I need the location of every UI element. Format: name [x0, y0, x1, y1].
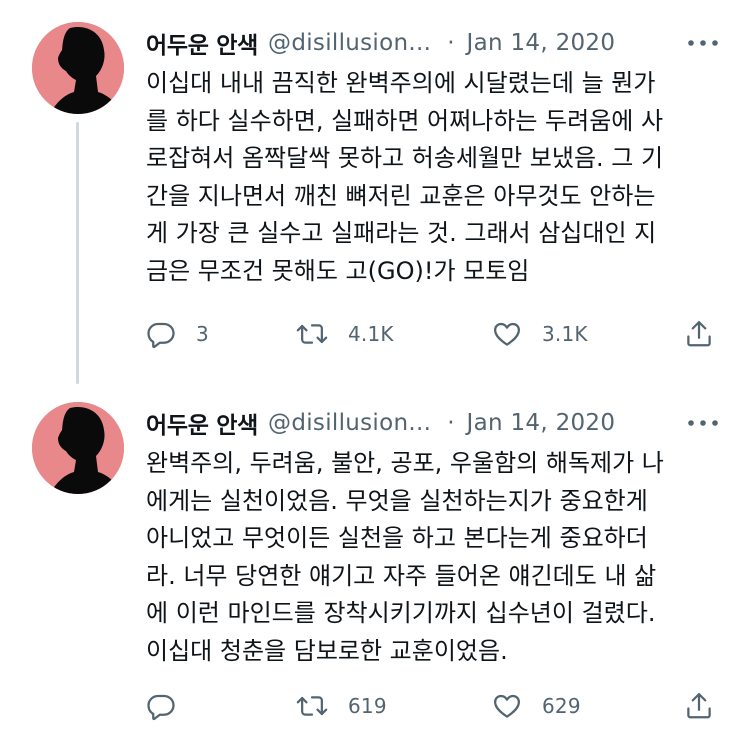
tweet-text-line: 이십대 내내 끔직한 완벽주의에 시달렸는데 늘 뭔가	[146, 69, 656, 97]
tweet-text-line: 완벽주의, 두려움, 불안, 공포, 우울함의 해독제가 나	[146, 449, 664, 477]
tweet-date[interactable]: Jan 14, 2020	[467, 410, 616, 436]
tweet-actions: 3 4.1K 3.1K	[146, 314, 726, 354]
retweet-icon	[296, 324, 328, 344]
reply-button[interactable]	[146, 686, 196, 726]
tweet-header: 어두운 안색 @disillusion... · Jan 14, 2020	[146, 405, 720, 441]
separator-dot: ·	[447, 30, 455, 56]
retweet-count: 4.1K	[348, 322, 394, 346]
more-options-icon[interactable]	[686, 413, 720, 433]
tweet-date[interactable]: Jan 14, 2020	[467, 30, 616, 56]
retweet-icon	[296, 696, 328, 716]
separator-dot: ·	[447, 410, 455, 436]
heart-icon	[494, 694, 520, 718]
share-button[interactable]	[684, 314, 714, 354]
display-name[interactable]: 어두운 안색	[146, 26, 258, 60]
tweet-text-line: 로잡혀서 옴짝달싹 못하고 허송세월만 보냈음. 그 기	[146, 144, 664, 172]
tweet-text-line: 를 하다 실수하면, 실패하면 어쩌나하는 두려움에 사	[146, 106, 664, 135]
reply-button[interactable]: 3	[146, 314, 209, 354]
share-icon	[687, 693, 711, 719]
more-options-icon[interactable]	[686, 33, 720, 53]
retweet-button[interactable]: 619	[296, 686, 387, 726]
avatar-silhouette-icon	[32, 402, 124, 494]
tweet-header: 어두운 안색 @disillusion... · Jan 14, 2020	[146, 25, 720, 61]
tweet-text-line: 게 가장 큰 실수고 실패라는 것. 그래서 삼십대인 지	[146, 219, 657, 247]
like-count: 3.1K	[542, 322, 588, 346]
tweet[interactable]: 어두운 안색 @disillusion... · Jan 14, 2020 이십…	[0, 0, 750, 380]
avatar-silhouette-icon	[32, 22, 124, 114]
tweet-text: 완벽주의, 두려움, 불안, 공포, 우울함의 해독제가 나 에게는 실천이었음…	[146, 445, 726, 670]
like-count: 629	[542, 694, 581, 718]
avatar[interactable]	[32, 22, 124, 114]
tweet-text-line: 라. 너무 당연한 얘기고 자주 들어온 얘긴데도 내 삶	[146, 561, 657, 590]
reply-icon	[147, 322, 175, 349]
tweet-text-line: 에 이런 마인드를 장착시키기까지 십수년이 걸렸다.	[146, 599, 656, 627]
display-name[interactable]: 어두운 안색	[146, 406, 258, 440]
user-handle[interactable]: @disillusion...	[268, 30, 431, 56]
like-button[interactable]: 629	[492, 686, 581, 726]
reply-icon	[147, 694, 175, 721]
retweet-button[interactable]: 4.1K	[296, 314, 394, 354]
share-button[interactable]	[684, 686, 714, 726]
tweet-actions: 619 629	[146, 686, 726, 726]
tweet-text-line: 금은 무조건 못해도 고(GO)!가 모토임	[146, 256, 530, 285]
tweet-text: 이십대 내내 끔직한 완벽주의에 시달렸는데 늘 뭔가 를 하다 실수하면, 실…	[146, 65, 726, 290]
user-handle[interactable]: @disillusion...	[268, 410, 431, 436]
share-icon	[687, 321, 711, 347]
heart-icon	[494, 322, 520, 346]
tweet-text-line: 간을 지나면서 깨친 뼈저린 교훈은 아무것도 안하는	[146, 181, 656, 210]
tweet-text-line: 아니었고 무엇이든 실천을 하고 본다는게 중요하더	[146, 524, 648, 552]
tweet[interactable]: 어두운 안색 @disillusion... · Jan 14, 2020 완벽…	[0, 380, 750, 741]
like-button[interactable]: 3.1K	[492, 314, 588, 354]
retweet-count: 619	[348, 694, 387, 718]
tweet-text-line: 에게는 실천이었음. 무엇을 실천하는지가 중요한게	[146, 486, 648, 515]
reply-count: 3	[196, 322, 209, 346]
tweet-text-line: 이십대 청춘을 담보로한 교훈이었음.	[146, 636, 508, 665]
avatar[interactable]	[32, 402, 124, 494]
